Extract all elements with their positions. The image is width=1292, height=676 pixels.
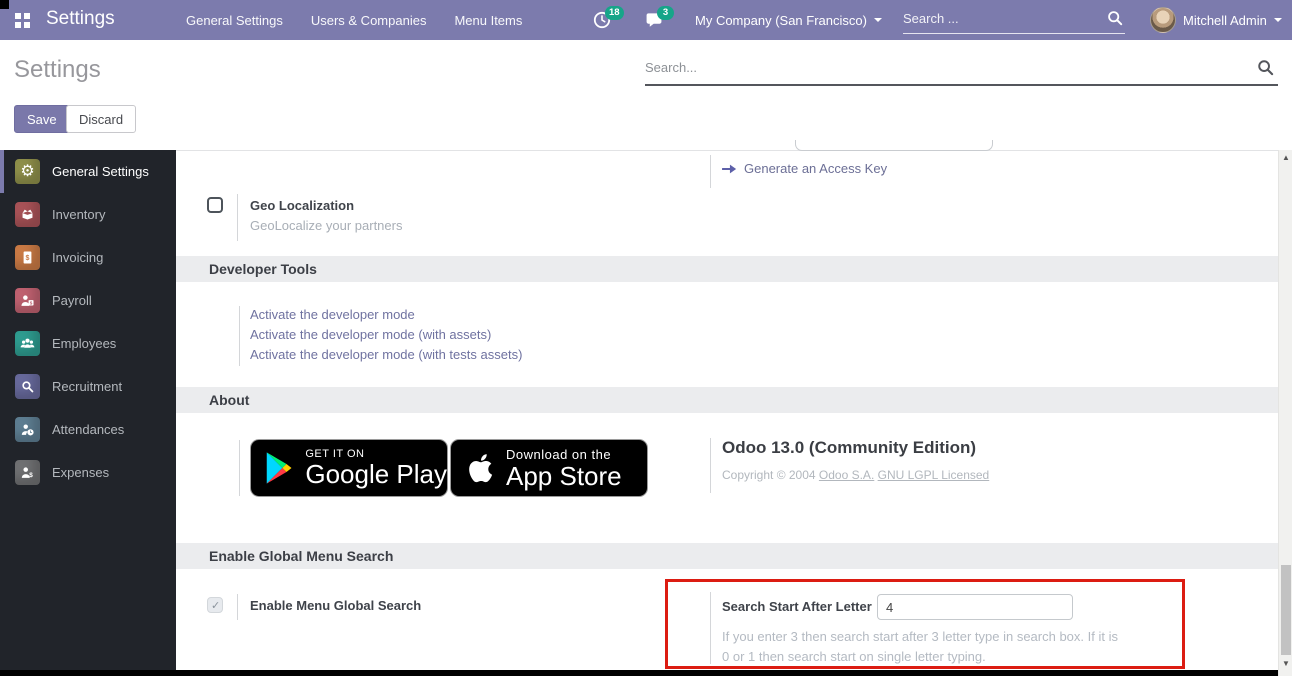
page-title: Settings (14, 56, 101, 84)
people-icon (15, 331, 40, 356)
bottom-bar (0, 670, 1278, 676)
search-icon[interactable] (1257, 59, 1274, 81)
messages-badge: 3 (657, 6, 674, 20)
nav-item-menu-items[interactable]: Menu Items (440, 13, 536, 28)
user-menu[interactable]: Mitchell Admin (1183, 0, 1282, 40)
search-start-after-letter-input[interactable] (877, 594, 1073, 620)
sidebar-item-general-settings[interactable]: ⚙ General Settings (0, 150, 176, 193)
activate-developer-mode-tests-link[interactable]: Activate the developer mode (with tests … (250, 345, 522, 365)
sidebar-item-expenses[interactable]: $ Expenses (0, 451, 176, 494)
payroll-icon: $ (15, 288, 40, 313)
scroll-up-icon[interactable]: ▲ (1282, 154, 1290, 162)
navbar-search-input[interactable] (903, 4, 1093, 32)
nav-item-users-companies[interactable]: Users & Companies (297, 13, 441, 28)
chevron-down-icon (874, 18, 882, 22)
magnifier-icon (15, 374, 40, 399)
copyright-line: Copyright © 2004 Odoo S.A. GNU LGPL Lice… (722, 468, 989, 482)
activity-badge: 18 (605, 6, 624, 20)
section-header-global-menu-search: Enable Global Menu Search (176, 543, 1278, 569)
app-store-badge[interactable]: Download on the App Store (450, 439, 648, 497)
save-button[interactable]: Save (14, 105, 70, 133)
google-play-icon (264, 449, 293, 487)
scrollbar-thumb[interactable] (1281, 565, 1291, 655)
window-corner (0, 0, 9, 9)
sidebar-item-payroll[interactable]: $ Payroll (0, 279, 176, 322)
gear-icon: ⚙ (15, 159, 40, 184)
invoice-icon: $ (15, 245, 40, 270)
avatar[interactable] (1150, 7, 1176, 33)
generate-access-key-link[interactable]: Generate an Access Key (722, 161, 887, 176)
svg-text:$: $ (30, 300, 33, 305)
search-icon[interactable] (1107, 10, 1123, 31)
section-header-about: About (176, 387, 1278, 413)
navbar-search (903, 4, 1125, 34)
attendance-icon (15, 417, 40, 442)
access-key-field-partial[interactable] (795, 140, 993, 151)
box-icon (15, 202, 40, 227)
gnu-lgpl-link[interactable]: GNU LGPL Licensed (878, 468, 990, 482)
section-header-developer-tools: Developer Tools (176, 256, 1278, 282)
app-title: Settings (46, 8, 115, 30)
apple-icon (466, 451, 494, 485)
scroll-down-icon[interactable]: ▼ (1282, 660, 1290, 668)
sidebar-item-invoicing[interactable]: $ Invoicing (0, 236, 176, 279)
svg-text:$: $ (26, 254, 30, 262)
control-panel: Settings Save Discard (0, 40, 1292, 150)
settings-search-input[interactable] (645, 52, 1225, 82)
settings-search (645, 52, 1278, 86)
geo-localization-checkbox[interactable] (207, 197, 223, 213)
company-switcher[interactable]: My Company (San Francisco) (695, 0, 882, 40)
user-name: Mitchell Admin (1183, 13, 1267, 28)
activate-developer-mode-link[interactable]: Activate the developer mode (250, 305, 522, 325)
svg-text:$: $ (29, 472, 33, 479)
settings-sidebar: ⚙ General Settings Inventory $ Invoicing… (0, 150, 176, 670)
nav-item-general-settings[interactable]: General Settings (172, 13, 297, 28)
sidebar-item-recruitment[interactable]: Recruitment (0, 365, 176, 408)
apps-menu-icon[interactable] (15, 13, 30, 28)
odoo-sa-link[interactable]: Odoo S.A. (819, 468, 874, 482)
highlight-box: Search Start After Letter If you enter 3… (665, 579, 1185, 669)
google-play-badge[interactable]: GET IT ON Google Play (250, 439, 448, 497)
sidebar-item-employees[interactable]: Employees (0, 322, 176, 365)
company-name: My Company (San Francisco) (695, 13, 867, 28)
discard-button[interactable]: Discard (66, 105, 136, 133)
field-help-line1: If you enter 3 then search start after 3… (722, 629, 1118, 644)
odoo-version: Odoo 13.0 (Community Edition) (722, 438, 976, 458)
geo-localization-title: Geo Localization (250, 198, 354, 213)
sidebar-item-attendances[interactable]: Attendances (0, 408, 176, 451)
search-start-after-letter-label: Search Start After Letter (722, 599, 872, 614)
sidebar-item-inventory[interactable]: Inventory (0, 193, 176, 236)
enable-menu-global-search-label: Enable Menu Global Search (250, 598, 421, 613)
vertical-scrollbar[interactable]: ▲ ▼ (1278, 150, 1292, 676)
top-navbar: Settings General Settings Users & Compan… (0, 0, 1292, 40)
chevron-down-icon (1274, 18, 1282, 22)
expense-icon: $ (15, 460, 40, 485)
arrow-right-icon (722, 163, 737, 175)
enable-menu-global-search-checkbox[interactable] (207, 597, 223, 613)
geo-localization-subtitle: GeoLocalize your partners (250, 218, 402, 233)
field-help-line2: 0 or 1 then search start on single lette… (722, 649, 986, 664)
activate-developer-mode-assets-link[interactable]: Activate the developer mode (with assets… (250, 325, 522, 345)
settings-content: Generate an Access Key Geo Localization … (176, 150, 1278, 670)
